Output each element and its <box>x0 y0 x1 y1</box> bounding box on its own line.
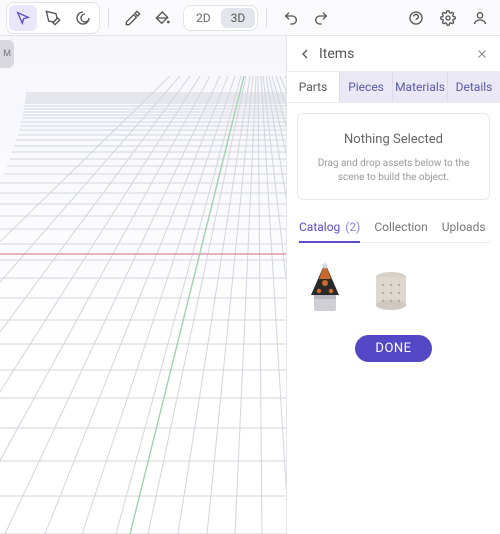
user-icon <box>472 10 488 26</box>
items-panel-header: Items <box>287 36 500 72</box>
cursor-icon <box>15 10 31 26</box>
items-panel: Items Parts Pieces Materials Details Not… <box>286 36 500 534</box>
spiral-icon <box>75 10 91 26</box>
toolbar-divider <box>108 8 109 28</box>
gear-icon <box>440 10 456 26</box>
sub-tab-collection[interactable]: Collection <box>374 214 427 242</box>
bucket-icon <box>155 10 171 26</box>
undo-button[interactable] <box>277 5 305 31</box>
panel-close-button[interactable] <box>472 44 492 64</box>
bucket-tool[interactable] <box>149 5 177 31</box>
nothing-selected-heading: Nothing Selected <box>308 132 479 147</box>
panel-back-button[interactable] <box>295 44 315 64</box>
sub-tab-catalog-count: (2) <box>345 220 360 234</box>
pen-tool[interactable] <box>39 5 67 31</box>
view-2d-button[interactable]: 2D <box>186 8 221 28</box>
top-toolbar: 2D 3D <box>0 0 500 36</box>
toolbar-divider <box>266 8 267 28</box>
spiral-tool[interactable] <box>69 5 97 31</box>
tool-group-select <box>6 2 100 34</box>
tab-details[interactable]: Details <box>448 72 500 102</box>
settings-button[interactable] <box>434 5 462 31</box>
sub-tab-catalog-label: Catalog <box>299 220 340 234</box>
view-3d-button[interactable]: 3D <box>221 8 256 28</box>
tab-pieces[interactable]: Pieces <box>340 72 393 102</box>
tab-parts[interactable]: Parts <box>287 72 340 102</box>
eyedropper-tool[interactable] <box>119 5 147 31</box>
eyedropper-icon <box>125 10 141 26</box>
tool-group-history <box>275 3 337 33</box>
sub-tab-catalog[interactable]: Catalog (2) <box>299 214 360 242</box>
tool-group-paint <box>117 3 179 33</box>
asset-item-cylinder[interactable] <box>363 261 419 317</box>
cursor-tool[interactable] <box>9 5 37 31</box>
chevron-left-icon <box>297 46 313 62</box>
done-row: DONE <box>297 335 490 362</box>
asset-source-tabs: Catalog (2) Collection Uploads <box>297 214 490 243</box>
undo-icon <box>283 10 299 26</box>
tab-materials[interactable]: Materials <box>393 72 448 102</box>
nothing-selected-card: Nothing Selected Drag and drop assets be… <box>297 113 490 200</box>
redo-icon <box>313 10 329 26</box>
nothing-selected-sub: Drag and drop assets below to the scene … <box>308 157 479 185</box>
pen-icon <box>45 10 61 26</box>
left-panel-handle[interactable]: M <box>0 40 14 68</box>
panel-body: Nothing Selected Drag and drop assets be… <box>287 103 500 534</box>
redo-button[interactable] <box>307 5 335 31</box>
account-button[interactable] <box>466 5 494 31</box>
cylinder-asset-icon <box>367 261 415 317</box>
cone-asset-icon <box>301 261 349 317</box>
asset-item-cone[interactable] <box>297 261 353 317</box>
panel-tabs: Parts Pieces Materials Details <box>287 72 500 103</box>
help-icon <box>408 10 424 26</box>
asset-list <box>297 257 490 317</box>
sub-tab-uploads[interactable]: Uploads <box>442 214 486 242</box>
help-button[interactable] <box>402 5 430 31</box>
done-button[interactable]: DONE <box>355 335 431 362</box>
view-toggle: 2D 3D <box>183 5 258 31</box>
panel-title: Items <box>319 46 472 62</box>
close-icon <box>475 47 489 61</box>
